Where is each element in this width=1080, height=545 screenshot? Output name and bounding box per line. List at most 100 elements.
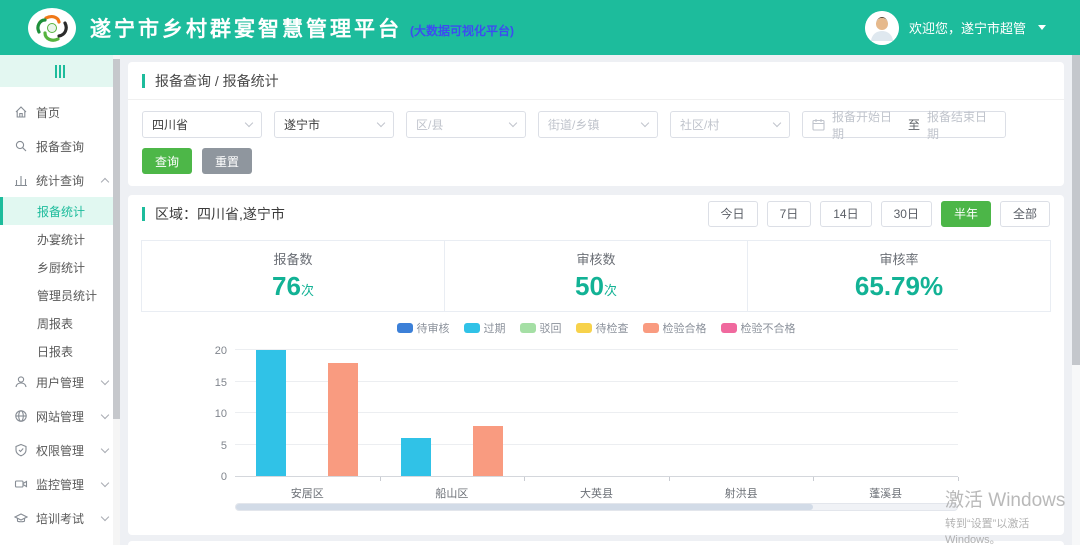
date-start-placeholder: 报备开始日期 [832, 108, 901, 142]
time-filter-button[interactable]: 全部 [1000, 201, 1050, 227]
chart-bar[interactable] [256, 350, 286, 476]
time-filter-button[interactable]: 半年 [941, 201, 991, 227]
page-scrollbar-thumb[interactable] [1072, 55, 1080, 365]
stat-card-audits: 审核数 50次 [444, 240, 748, 312]
y-axis-tick-label: 15 [189, 377, 227, 389]
legend-swatch [520, 323, 536, 333]
shield-icon [13, 443, 28, 458]
graduation-cap-icon [13, 511, 28, 526]
district-select[interactable]: 区/县 [406, 111, 526, 138]
y-axis-tick-label: 20 [189, 345, 227, 357]
x-axis-category-label: 安居区 [235, 485, 380, 501]
chevron-down-icon [377, 119, 385, 127]
sidebar-item-permission-management[interactable]: 权限管理 [0, 433, 120, 467]
chart-bar[interactable] [401, 438, 431, 476]
sidebar-item-label: 网站管理 [36, 408, 102, 425]
sidebar-item-report-statistics[interactable]: 报备统计 [0, 197, 120, 225]
legend-item[interactable]: 待检查 [576, 320, 629, 336]
sidebar-item-banquet-statistics[interactable]: 办宴统计 [0, 225, 120, 253]
main-content: 报备查询 / 报备统计 四川省 遂宁市 区/县 街道/乡镇 [120, 55, 1080, 545]
sidebar-item-home[interactable]: 首页 [0, 95, 120, 129]
sidebar-scrollbar[interactable] [113, 55, 120, 545]
stat-value: 76次 [142, 271, 444, 302]
legend-item[interactable]: 过期 [464, 320, 506, 336]
sidebar-item-weekly-report[interactable]: 周报表 [0, 309, 120, 337]
chart-bar[interactable] [328, 363, 358, 476]
next-panel-partial [128, 541, 1064, 545]
app-title: 遂宁市乡村群宴智慧管理平台 [90, 13, 402, 43]
sidebar-item-user-management[interactable]: 用户管理 [0, 365, 120, 399]
sidebar-item-daily-report[interactable]: 日报表 [0, 337, 120, 365]
date-range-input[interactable]: 报备开始日期 至 报备结束日期 [802, 111, 1006, 138]
district-select-placeholder: 区/县 [416, 116, 443, 133]
sidebar-item-label: 管理员统计 [37, 287, 120, 304]
chart-scrollbar[interactable] [235, 503, 958, 511]
time-filter-group: 今日 7日 14日 30日 半年 全部 [708, 201, 1050, 227]
sidebar-item-training-exam[interactable]: 培训考试 [0, 501, 120, 535]
breadcrumb: 报备查询 / 报备统计 [155, 71, 279, 91]
legend-label: 待审核 [417, 320, 450, 336]
sidebar-item-report-query[interactable]: 报备查询 [0, 129, 120, 163]
sidebar-item-monitoring-management[interactable]: 监控管理 [0, 467, 120, 501]
bar-chart-icon [13, 173, 28, 188]
sidebar-item-label: 报备统计 [37, 203, 120, 220]
sidebar-scrollbar-thumb[interactable] [113, 59, 120, 419]
chevron-down-icon [101, 376, 109, 384]
panel-header: 报备查询 / 报备统计 [128, 62, 1064, 100]
legend-item[interactable]: 检验不合格 [721, 320, 796, 336]
legend-item[interactable]: 待审核 [397, 320, 450, 336]
legend-swatch [397, 323, 413, 333]
province-select[interactable]: 四川省 [142, 111, 262, 138]
legend-swatch [576, 323, 592, 333]
sidebar-item-label: 权限管理 [36, 442, 102, 459]
chevron-down-icon [641, 119, 649, 127]
time-filter-button[interactable]: 30日 [881, 201, 932, 227]
reset-button[interactable]: 重置 [202, 148, 252, 174]
sidebar-item-label: 首页 [36, 104, 112, 121]
search-button[interactable]: 查询 [142, 148, 192, 174]
app-logo-icon [28, 8, 76, 48]
accent-bar [142, 207, 145, 221]
legend-item[interactable]: 驳回 [520, 320, 562, 336]
sidebar-item-website-management[interactable]: 网站管理 [0, 399, 120, 433]
time-filter-button[interactable]: 7日 [767, 201, 812, 227]
sidebar-item-label: 用户管理 [36, 374, 102, 391]
page-scrollbar[interactable] [1072, 55, 1080, 545]
x-axis-tick [524, 477, 525, 481]
app-header: 遂宁市乡村群宴智慧管理平台 (大数据可视化平台) 欢迎您，遂宁市超管 [0, 0, 1080, 55]
community-select-placeholder: 社区/村 [680, 116, 719, 133]
avatar[interactable] [865, 11, 899, 45]
sidebar-item-admin-statistics[interactable]: 管理员统计 [0, 281, 120, 309]
time-filter-button[interactable]: 14日 [820, 201, 871, 227]
street-select-placeholder: 街道/乡镇 [548, 116, 599, 133]
region-header: 区域：四川省,遂宁市 今日 7日 14日 30日 半年 全部 [128, 195, 1064, 232]
stat-card-audit-rate: 审核率 65.79% [747, 240, 1051, 312]
x-axis-category-label: 大英县 [524, 485, 669, 501]
stat-unit: 次 [301, 283, 314, 298]
sidebar-item-label: 周报表 [37, 315, 120, 332]
legend-item[interactable]: 检验合格 [643, 320, 707, 336]
sidebar-item-statistics-query[interactable]: 统计查询 [0, 163, 120, 197]
community-select[interactable]: 社区/村 [670, 111, 790, 138]
legend-label: 驳回 [540, 320, 562, 336]
chart-scrollbar-thumb[interactable] [236, 504, 813, 510]
sidebar-item-label: 乡厨统计 [37, 259, 120, 276]
accent-bar [142, 74, 145, 88]
street-select[interactable]: 街道/乡镇 [538, 111, 658, 138]
x-axis-tick [380, 477, 381, 481]
sidebar-item-label: 办宴统计 [37, 231, 120, 248]
y-axis-tick-label: 0 [189, 471, 227, 483]
sidebar-collapse-toggle[interactable] [0, 55, 120, 87]
sidebar-item-chef-statistics[interactable]: 乡厨统计 [0, 253, 120, 281]
time-filter-button[interactable]: 今日 [708, 201, 758, 227]
chevron-up-icon [101, 177, 109, 185]
chart-bar[interactable] [473, 426, 503, 476]
sidebar-item-label: 报备查询 [36, 138, 112, 155]
user-menu[interactable]: 欢迎您，遂宁市超管 [865, 11, 1046, 45]
welcome-text: 欢迎您，遂宁市超管 [909, 18, 1026, 37]
chevron-down-icon [101, 512, 109, 520]
city-select[interactable]: 遂宁市 [274, 111, 394, 138]
legend-swatch [643, 323, 659, 333]
sidebar-item-mall-users[interactable]: 商城用户 [0, 535, 120, 545]
filter-panel: 报备查询 / 报备统计 四川省 遂宁市 区/县 街道/乡镇 [128, 62, 1064, 186]
